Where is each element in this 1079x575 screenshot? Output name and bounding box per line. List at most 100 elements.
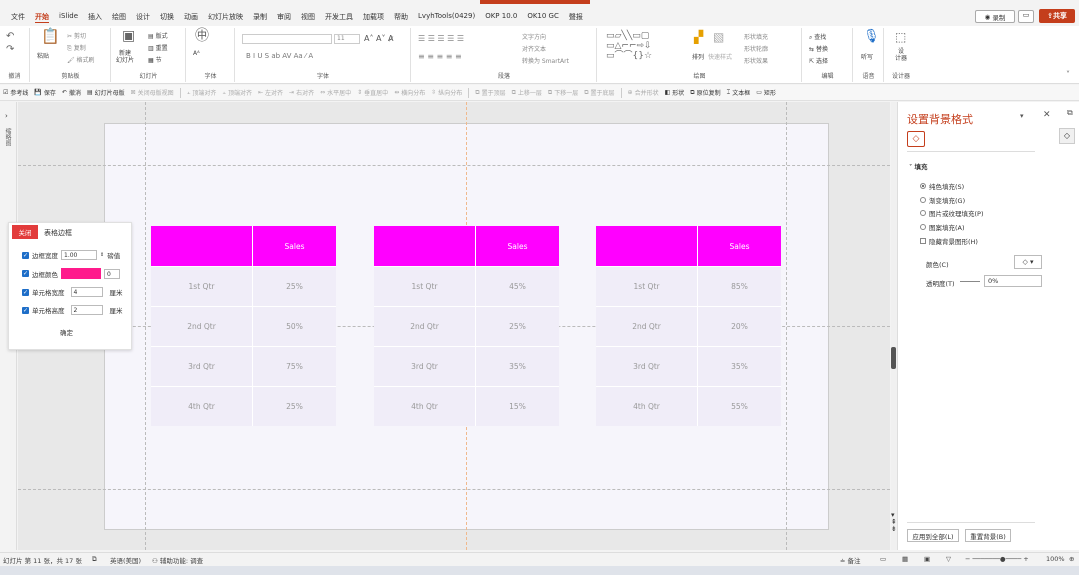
dialog-close-button[interactable]: 关闭 <box>12 225 38 239</box>
fill-option-3[interactable]: 图案填充(A) <box>920 222 965 232</box>
comments-button[interactable]: ▭ <box>1018 10 1034 23</box>
font-format-icons[interactable]: B I U S ab AV Aa ⁄ A <box>246 52 313 60</box>
table-cell[interactable]: 35% <box>697 346 781 386</box>
font-size-select[interactable]: 11 <box>334 34 360 44</box>
radio-button[interactable] <box>920 210 926 216</box>
reading-view-icon[interactable]: ▣ <box>924 555 930 563</box>
tab-6[interactable]: 切换 <box>155 12 179 22</box>
paste-button[interactable]: 粘贴 <box>37 51 49 60</box>
dictate-button[interactable]: 听写 <box>861 52 873 61</box>
table-cell[interactable]: 75% <box>252 346 336 386</box>
designer-button[interactable]: 设 计器 <box>895 48 907 62</box>
font-grow-icon[interactable]: A˄ A˅ A̷ <box>364 34 394 43</box>
qa-item-7[interactable]: ⇤ 左对齐 <box>258 88 283 97</box>
qa-item-12[interactable]: ⇳ 纵向分布 <box>431 88 462 97</box>
notes-button[interactable]: ≐ 备注 <box>840 555 861 565</box>
pane-close-icon[interactable]: ✕ <box>1043 110 1051 120</box>
tab-16[interactable]: OKP 10.0 <box>480 12 522 22</box>
header-cell[interactable]: Sales <box>475 226 559 266</box>
qa-item-15[interactable]: ⧉ 下移一层 <box>548 88 578 98</box>
reset-button[interactable]: ▥ 重置 <box>148 43 168 52</box>
table-cell[interactable]: 3rd Qtr <box>596 346 697 386</box>
dialog-ok-button[interactable]: 确定 <box>60 327 73 337</box>
border-color-input[interactable]: 0 <box>104 268 120 279</box>
table-cell[interactable]: 85% <box>697 266 781 306</box>
tab-10[interactable]: 审阅 <box>272 12 296 22</box>
tab-17[interactable]: OK10 GC <box>522 12 564 22</box>
qa-item-10[interactable]: ⇕ 垂直居中 <box>357 88 388 97</box>
spellcheck-icon[interactable]: ⧉ <box>92 555 97 564</box>
header-cell[interactable] <box>596 226 697 266</box>
table-cell[interactable]: 20% <box>697 306 781 346</box>
tab-5[interactable]: 设计 <box>131 12 155 22</box>
radio-button[interactable] <box>920 224 926 230</box>
section-button[interactable]: ▦ 节 <box>148 55 162 64</box>
find-button[interactable]: ⌕ 查找 <box>809 32 826 42</box>
table-cell[interactable]: 35% <box>475 346 559 386</box>
qa-item-3[interactable]: ▤ 幻灯片母版 <box>87 88 125 97</box>
normal-view-icon[interactable]: ▭ <box>880 555 886 563</box>
table-cell[interactable]: 25% <box>252 386 336 426</box>
zoom-level[interactable]: 100% <box>1046 555 1065 563</box>
fill-section-header[interactable]: ˅ 填充 <box>909 161 928 171</box>
qa-item-13[interactable]: ⧉ 置于顶层 <box>475 88 505 98</box>
expand-thumbnails-icon[interactable]: › <box>5 112 8 120</box>
shape-effects-button[interactable]: 形状效果 <box>744 56 768 65</box>
cell-height-checkbox[interactable]: ✓ <box>22 306 29 314</box>
side-pane-toggle-icon[interactable]: ◇ <box>1059 128 1075 144</box>
tab-4[interactable]: 绘图 <box>107 12 131 22</box>
format-painter-button[interactable]: 🖌 格式刷 <box>67 55 95 64</box>
list-icons[interactable]: ☰ ☰ ☰ ☰ ☰ <box>418 34 464 43</box>
shape-fill-button[interactable]: 形状填充 <box>744 32 768 41</box>
undo-icon[interactable]: ↶ <box>6 32 14 42</box>
new-slide-button[interactable]: 新建 幻灯片 <box>116 50 134 64</box>
header-cell[interactable] <box>374 226 475 266</box>
sales-table-3[interactable]: Sales 1st Qtr 85% 2nd Qtr 20% 3rd Qtr 35% 4th Q… <box>596 226 781 426</box>
table-cell[interactable]: 3rd Qtr <box>374 346 475 386</box>
checkbox[interactable] <box>920 238 926 244</box>
sales-table-1[interactable]: Sales 1st Qtr 25% 2nd Qtr 50% 3rd Qtr 75% 4th Q… <box>151 226 336 426</box>
tab-13[interactable]: 加载项 <box>358 12 389 22</box>
font-family-select[interactable] <box>242 34 332 44</box>
fill-option-0[interactable]: 纯色填充(S) <box>920 181 964 191</box>
radio-button[interactable] <box>920 183 926 189</box>
pane-options-icon[interactable]: ▾ <box>1020 112 1024 120</box>
apply-to-all-button[interactable]: 应用到全部(L) <box>907 529 959 542</box>
qa-item-17[interactable]: ⊕ 合并形状 <box>628 88 659 97</box>
tab-11[interactable]: 视图 <box>296 12 320 22</box>
table-cell[interactable]: 25% <box>252 266 336 306</box>
table-cell[interactable]: 1st Qtr <box>374 266 475 306</box>
font-tool-icon[interactable]: ㊥ <box>195 29 209 43</box>
table-cell[interactable]: 2nd Qtr <box>374 306 475 346</box>
table-cell[interactable]: 3rd Qtr <box>151 346 252 386</box>
tab-9[interactable]: 录制 <box>248 12 272 22</box>
header-cell[interactable]: Sales <box>252 226 336 266</box>
radio-button[interactable] <box>920 197 926 203</box>
border-width-input[interactable]: 1.00 <box>61 250 97 260</box>
table-cell[interactable]: 4th Qtr <box>596 386 697 426</box>
fit-window-icon[interactable]: ⊕ <box>1069 555 1074 563</box>
table-cell[interactable]: 1st Qtr <box>596 266 697 306</box>
fill-category-icon[interactable]: ◇ <box>907 131 925 147</box>
cell-width-checkbox[interactable]: ✓ <box>22 288 29 296</box>
qa-item-8[interactable]: ⇥ 右对齐 <box>289 88 314 97</box>
language-status[interactable]: 英语(美国) <box>110 555 141 565</box>
cell-height-input[interactable]: 2 <box>70 305 103 315</box>
zoom-slider[interactable]: − ───────●──── + <box>965 555 1029 563</box>
guide-horizontal[interactable] <box>18 489 890 490</box>
qa-item-11[interactable]: ⇹ 横向分布 <box>394 88 425 97</box>
qa-item-14[interactable]: ⧉ 上移一层 <box>512 88 542 98</box>
arrange-button[interactable]: 排列 <box>692 52 704 61</box>
table-cell[interactable]: 45% <box>475 266 559 306</box>
align-icons[interactable]: ≡ ≡ ≡ ≡ ≡ <box>418 52 462 61</box>
cell-width-input[interactable]: 4 <box>70 287 103 297</box>
paste-icon[interactable]: 📋 <box>41 29 60 44</box>
quick-styles-button[interactable]: 快速样式 <box>708 52 732 61</box>
border-color-swatch[interactable] <box>61 268 101 279</box>
quick-styles-icon[interactable]: ▧ <box>713 31 724 43</box>
designer-icon[interactable]: ⬚ <box>895 31 906 43</box>
redo-icon[interactable]: ↷ <box>6 45 14 55</box>
replace-button[interactable]: ⇆ 替换 <box>809 44 828 53</box>
border-width-checkbox[interactable]: ✓ <box>22 251 29 259</box>
qa-item-21[interactable]: ▭ 矩形 <box>756 88 776 97</box>
